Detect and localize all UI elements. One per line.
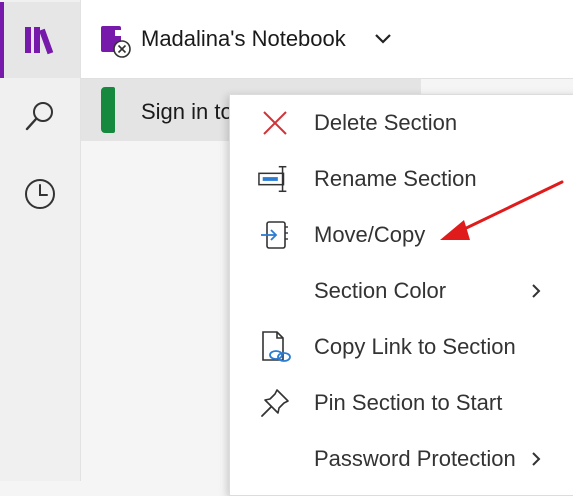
notebooks-icon xyxy=(25,27,54,55)
menu-item-pin-section-to-start[interactable]: Pin Section to Start xyxy=(230,375,573,431)
menu-item-label: Pin Section to Start xyxy=(314,390,503,415)
menu-item-label: Section Color xyxy=(314,278,447,303)
copy-link-icon xyxy=(262,331,291,362)
menu-item-move-copy[interactable]: Move/Copy xyxy=(230,207,573,263)
menu-item-label: Move/Copy xyxy=(314,222,426,247)
menu-item-password-protection[interactable]: Password Protection xyxy=(230,431,573,487)
rail-recent-button[interactable] xyxy=(0,156,80,232)
menu-item-section-color[interactable]: Section Color xyxy=(230,263,573,319)
chevron-right-icon xyxy=(532,452,541,466)
rail-notebooks-button[interactable] xyxy=(0,2,80,78)
recent-icon xyxy=(25,179,55,209)
search-icon xyxy=(25,102,53,131)
pin-icon xyxy=(261,389,289,417)
chevron-right-icon xyxy=(532,284,541,298)
delete-x-icon xyxy=(263,111,287,135)
section-color-tab xyxy=(101,87,115,133)
menu-item-label: Rename Section xyxy=(314,166,477,191)
menu-item-label: Password Protection xyxy=(314,446,516,471)
menu-item-rename-section[interactable]: Rename Section xyxy=(230,151,573,207)
notebook-header: Madalina's Notebook xyxy=(81,0,573,79)
menu-item-copy-link-to-section[interactable]: Copy Link to Section xyxy=(230,319,573,375)
menu-item-label: Copy Link to Section xyxy=(314,334,516,359)
menu-item-label: Delete Section xyxy=(314,110,458,135)
menu-item-delete-section[interactable]: Delete Section xyxy=(230,95,573,151)
nav-rail xyxy=(0,0,81,481)
rail-search-button[interactable] xyxy=(0,78,80,154)
chevron-down-icon[interactable] xyxy=(374,32,392,46)
notebook-title[interactable]: Madalina's Notebook xyxy=(141,26,346,52)
section-context-menu: Delete Section Rename Section Move/Copy … xyxy=(229,94,573,496)
rename-icon xyxy=(258,165,287,193)
notebook-icon xyxy=(101,26,131,58)
move-copy-icon xyxy=(261,221,288,249)
section-label: Sign in to xyxy=(141,99,233,124)
